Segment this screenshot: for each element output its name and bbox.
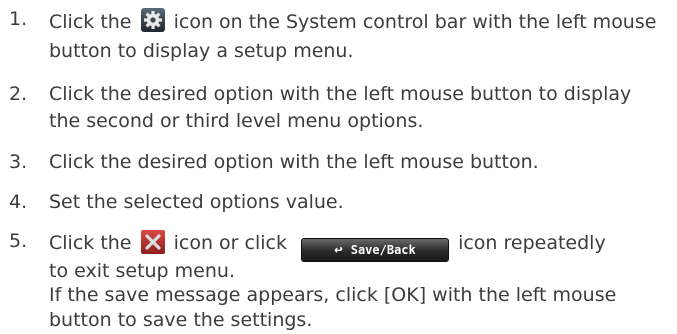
- save-back-label: Save/Back: [350, 243, 416, 257]
- step-number: 3.: [9, 151, 28, 173]
- return-arrow-icon: ↩: [334, 242, 343, 258]
- step-4-line-1: Set the selected options value.: [49, 191, 344, 213]
- step-5-line-1: Click the icon or click ↩ Save/Back icon …: [49, 230, 606, 262]
- step-1-line-2: button to display a setup menu.: [49, 40, 354, 62]
- step-2-line-2: the second or third level menu options.: [49, 110, 424, 132]
- step-number: 1.: [9, 8, 28, 30]
- step-3-line-1: Click the desired option with the left m…: [49, 151, 539, 173]
- step-2-line-1: Click the desired option with the left m…: [49, 83, 632, 105]
- save-back-button: ↩ Save/Back: [301, 238, 450, 262]
- gear-settings-icon: [140, 8, 165, 32]
- step-5-line-4: button to save the settings.: [49, 309, 313, 331]
- close-x-icon: [140, 230, 165, 254]
- step-1-line-1: Click the icon on the System control bar…: [49, 8, 656, 33]
- step-5-line-3: If the save message appears, click [OK] …: [49, 284, 617, 306]
- step-number: 2.: [9, 83, 28, 105]
- step-number: 5.: [9, 230, 28, 252]
- step-5-line-2: to exit setup menu.: [49, 260, 235, 282]
- step-number: 4.: [9, 191, 28, 213]
